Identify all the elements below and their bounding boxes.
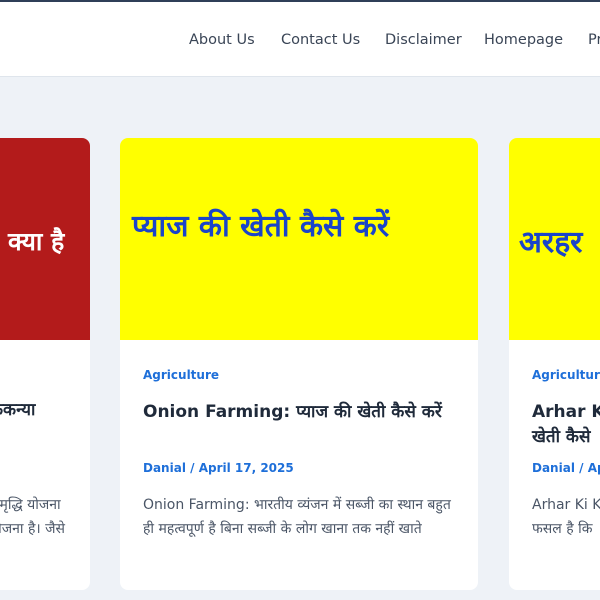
post-category[interactable]: Agriculture: [143, 368, 219, 382]
nav-homepage[interactable]: Homepage: [484, 32, 563, 48]
post-excerpt: समृद्धि योजना योजना है। जैसे: [0, 497, 66, 537]
thumbnail-text: क्या है: [8, 227, 65, 256]
post-thumbnail[interactable]: अरहर: [509, 138, 600, 340]
nav-disclaimer[interactable]: Disclaimer: [385, 32, 462, 48]
nav-privacy-partial[interactable]: Pr: [588, 32, 600, 48]
post-card[interactable]: अरहर Agriculture Arhar Ki खेती कैसे Dani…: [509, 138, 600, 590]
post-date: April 17, 2025: [198, 461, 294, 475]
post-thumbnail[interactable]: प्याज की खेती कैसे करें: [120, 138, 478, 340]
post-author[interactable]: Danial: [532, 461, 575, 475]
post-date: Apr: [587, 461, 600, 475]
meta-separator: /: [579, 461, 588, 475]
thumbnail-text: अरहर: [519, 225, 583, 260]
post-category[interactable]: Agriculture: [532, 368, 600, 382]
post-meta: Danial / Apr: [532, 461, 600, 475]
post-title[interactable]: कुकन्या: [0, 398, 90, 423]
site-header: About Us Contact Us Disclaimer Homepage …: [0, 0, 600, 77]
post-title[interactable]: Onion Farming: प्याज की खेती कैसे करें: [143, 400, 443, 425]
post-excerpt: Arhar Ki Kh फसल है कि: [532, 497, 600, 537]
post-excerpt: Onion Farming: भारतीय व्यंजन में सब्जी क…: [143, 497, 451, 537]
nav-contact-us[interactable]: Contact Us: [281, 32, 360, 48]
post-thumbnail[interactable]: क्या है: [0, 138, 90, 340]
meta-separator: /: [190, 461, 199, 475]
post-card[interactable]: क्या है कुकन्या समृद्धि योजना योजना है। …: [0, 138, 90, 590]
post-author[interactable]: Danial: [143, 461, 186, 475]
post-title[interactable]: Arhar Ki खेती कैसे: [532, 400, 600, 450]
thumbnail-text: प्याज की खेती कैसे करें: [132, 209, 390, 244]
post-meta: Danial / April 17, 2025: [143, 461, 294, 475]
nav-about-us[interactable]: About Us: [189, 32, 255, 48]
post-card[interactable]: प्याज की खेती कैसे करें Agriculture Onio…: [120, 138, 478, 590]
